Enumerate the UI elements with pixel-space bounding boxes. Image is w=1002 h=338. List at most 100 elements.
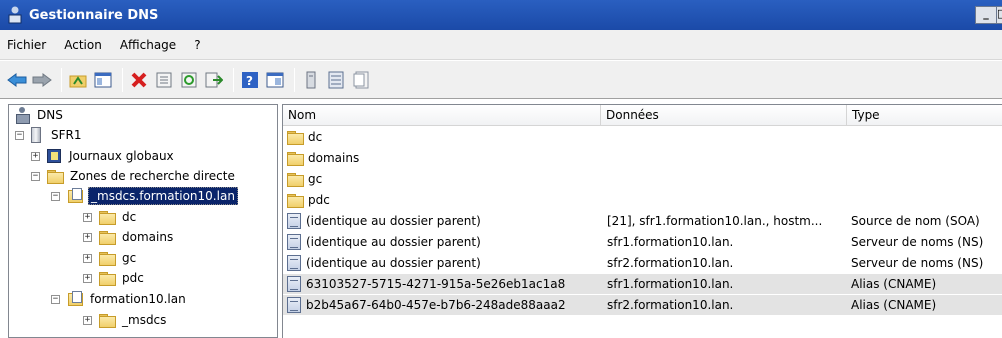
expand-icon[interactable]: + — [83, 315, 92, 325]
folder-icon — [47, 169, 64, 184]
record-type: Alias (CNAME) — [851, 277, 937, 291]
refresh-icon[interactable] — [178, 69, 200, 91]
zone-icon — [67, 291, 83, 307]
record-icon — [287, 234, 301, 250]
expand-icon[interactable]: + — [83, 212, 92, 222]
export-list-icon[interactable] — [203, 69, 225, 91]
console-tree-icon[interactable] — [264, 69, 286, 91]
record-name: (identique au dossier parent) — [306, 235, 481, 249]
toolbar: ? — [0, 61, 1002, 99]
tree-node-lan-zone[interactable]: − formation10.lan — [51, 289, 188, 309]
server-icon — [31, 127, 41, 143]
folder-icon — [99, 230, 116, 245]
tree-label: Zones de recherche directe — [70, 169, 235, 183]
server-icon[interactable] — [300, 69, 322, 91]
zone-list-icon[interactable] — [325, 69, 347, 91]
column-header-data[interactable]: Données — [601, 105, 847, 126]
show-hide-tree-icon[interactable] — [92, 69, 114, 91]
record-icon — [287, 213, 301, 229]
list-row[interactable]: pdc — [283, 190, 1002, 210]
expand-icon[interactable]: + — [31, 151, 40, 161]
record-type: Source de nom (SOA) — [851, 214, 980, 228]
tree-node-forward-zones[interactable]: − Zones de recherche directe — [31, 166, 237, 186]
record-name: (identique au dossier parent) — [306, 214, 481, 228]
list-row[interactable]: dc — [283, 127, 1002, 147]
record-type: Alias (CNAME) — [851, 298, 937, 312]
folder-icon — [99, 271, 116, 286]
list-row[interactable]: domains — [283, 148, 1002, 168]
tree-label: Journaux globaux — [69, 149, 174, 163]
tree-label: DNS — [37, 108, 63, 122]
record-name: (identique au dossier parent) — [306, 256, 481, 270]
folder-icon — [287, 151, 304, 166]
menu-action[interactable]: Action — [55, 38, 111, 52]
column-header-name[interactable]: Nom — [283, 105, 601, 126]
tree-node-msdcs-zone[interactable]: − _msdcs.formation10.lan — [51, 186, 238, 206]
list-row[interactable]: (identique au dossier parent) sfr2.forma… — [283, 253, 1002, 273]
toolbar-separator — [294, 67, 295, 92]
tree-node-dns[interactable]: DNS — [15, 105, 65, 125]
list-row[interactable]: 63103527-5715-4271-915a-5e26eb1ac1a8 sfr… — [283, 274, 1002, 294]
record-name: domains — [308, 151, 360, 165]
maximize-button[interactable]: □ — [996, 6, 1002, 24]
minimize-button[interactable]: _ — [975, 6, 997, 24]
up-folder-icon[interactable] — [67, 69, 89, 91]
tree-label: _msdcs — [122, 313, 167, 327]
toolbar-separator — [122, 67, 123, 92]
tree-node-server[interactable]: − SFR1 — [15, 125, 84, 145]
forward-arrow-icon[interactable] — [31, 69, 53, 91]
tree-node-lan-msdcs[interactable]: + _msdcs — [83, 310, 168, 330]
toolbar-separator — [233, 67, 234, 92]
event-log-icon — [47, 149, 61, 163]
svg-text:?: ? — [246, 74, 253, 88]
tree-node-gc[interactable]: + gc — [83, 248, 138, 268]
tree-label: formation10.lan — [90, 292, 186, 306]
tree-label: pdc — [122, 271, 144, 285]
record-icon — [287, 255, 301, 271]
menu-help[interactable]: ? — [185, 38, 209, 52]
records-list: Nom Données Type dc domains gc pdc (iden… — [282, 104, 1002, 338]
expand-icon[interactable]: + — [83, 273, 92, 283]
expand-icon[interactable]: + — [83, 232, 92, 242]
expand-icon[interactable]: + — [83, 253, 92, 263]
help-icon[interactable]: ? — [239, 69, 261, 91]
record-icon — [287, 276, 301, 292]
record-name: b2b45a67-64b0-457e-b7b6-248ade88aaa2 — [306, 298, 566, 312]
record-icon[interactable] — [350, 69, 372, 91]
list-row[interactable]: gc — [283, 169, 1002, 189]
tree-label: gc — [122, 251, 137, 265]
collapse-icon[interactable]: − — [51, 191, 60, 201]
menu-bar: Fichier Action Affichage ? — [0, 30, 1002, 60]
toolbar-separator — [61, 67, 62, 92]
properties-icon[interactable] — [153, 69, 175, 91]
record-name: pdc — [308, 193, 330, 207]
menu-affichage[interactable]: Affichage — [111, 38, 185, 52]
collapse-icon[interactable]: − — [31, 171, 40, 181]
tree-node-pdc[interactable]: + pdc — [83, 268, 146, 288]
record-name: gc — [308, 172, 323, 186]
menu-fichier[interactable]: Fichier — [0, 38, 55, 52]
tree-node-domains[interactable]: + domains — [83, 227, 175, 247]
collapse-icon[interactable]: − — [51, 294, 60, 304]
delete-icon[interactable] — [128, 69, 150, 91]
record-data: sfr1.formation10.lan. — [607, 235, 734, 249]
list-row[interactable]: (identique au dossier parent) sfr1.forma… — [283, 232, 1002, 252]
tree-node-dc[interactable]: + dc — [83, 207, 138, 227]
zone-icon — [67, 188, 83, 204]
list-row[interactable]: b2b45a67-64b0-457e-b7b6-248ade88aaa2 sfr… — [283, 295, 1002, 315]
title-bar: Gestionnaire DNS _ □ — [0, 0, 1002, 30]
record-data: sfr1.formation10.lan. — [607, 277, 734, 291]
folder-icon — [287, 130, 304, 145]
column-header-type[interactable]: Type — [847, 105, 1002, 126]
folder-icon — [99, 210, 116, 225]
dns-manager-icon — [7, 6, 23, 24]
record-name: dc — [308, 130, 323, 144]
list-row[interactable]: (identique au dossier parent) [21], sfr1… — [283, 211, 1002, 231]
record-data: sfr2.formation10.lan. — [607, 256, 734, 270]
record-data: [21], sfr1.formation10.lan., hostm... — [607, 214, 823, 228]
collapse-icon[interactable]: − — [15, 130, 24, 140]
record-type: Serveur de noms (NS) — [851, 256, 984, 270]
record-icon — [287, 297, 301, 313]
tree-node-global-logs[interactable]: + Journaux globaux — [31, 146, 176, 166]
back-arrow-icon[interactable] — [6, 69, 28, 91]
